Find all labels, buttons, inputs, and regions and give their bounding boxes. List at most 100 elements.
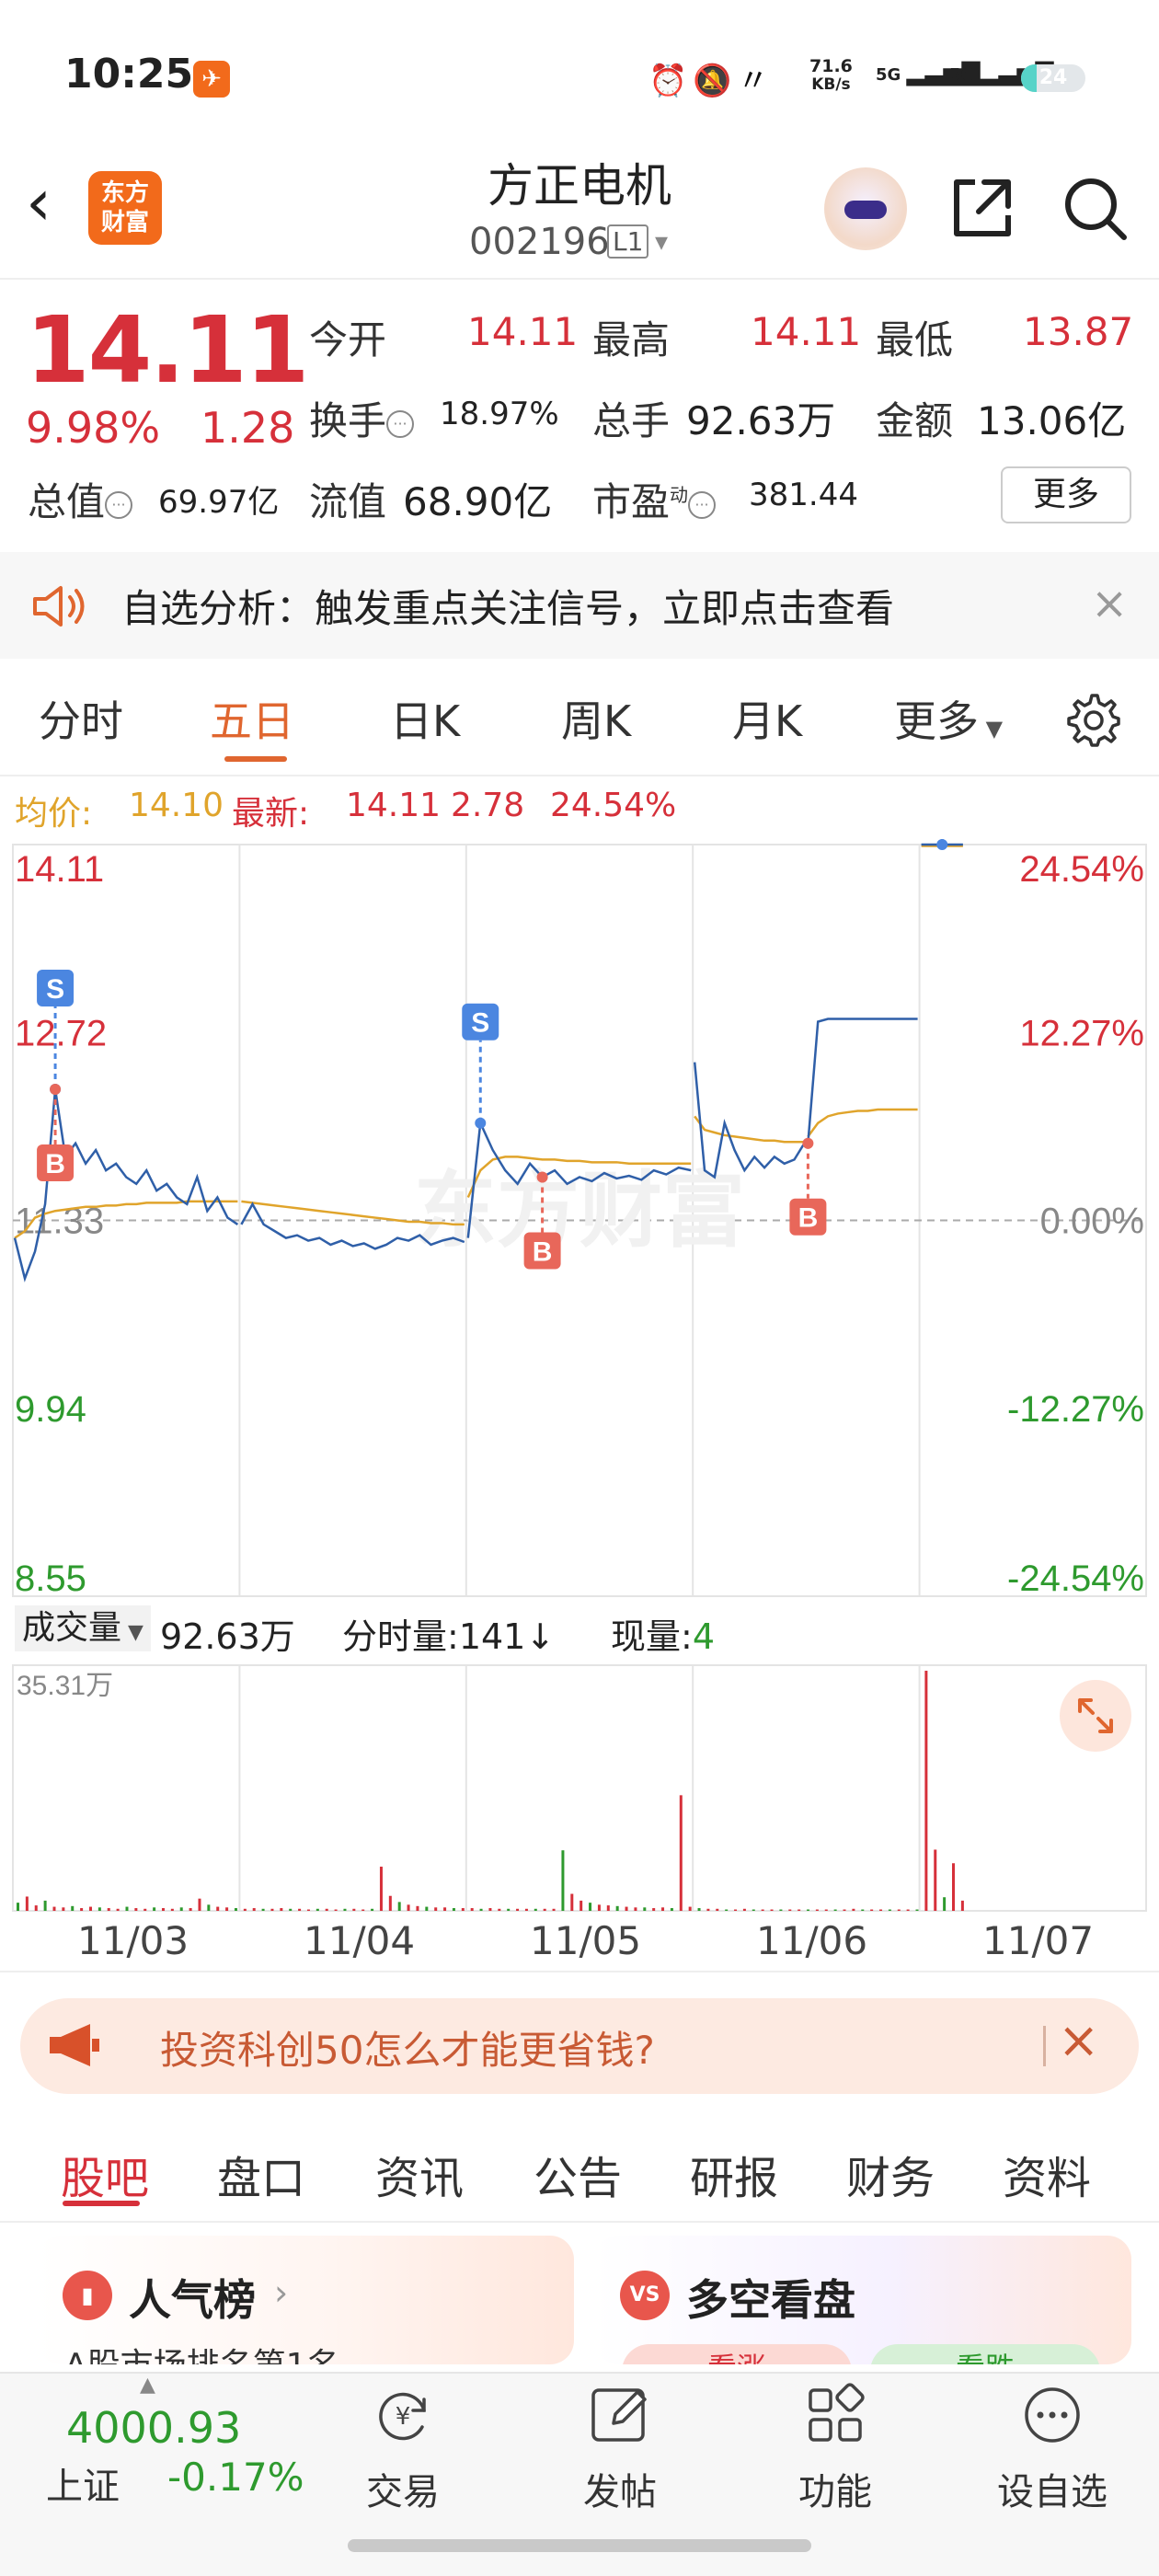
home-indicator[interactable] (348, 2539, 811, 2552)
latest-change: 2.78 (451, 787, 525, 824)
volume-bar (934, 1849, 937, 1911)
nav-functions[interactable]: 功能 (762, 2383, 909, 2515)
volume-bar (371, 1908, 374, 1911)
tab-five-day[interactable]: 五日 (210, 688, 294, 749)
tab-daily-k[interactable]: 日K (390, 688, 460, 749)
nav-add-watchlist[interactable]: 设自选 (979, 2383, 1126, 2515)
volume-bar (552, 1908, 556, 1911)
tab-more[interactable]: 更多 ▼ (894, 688, 1003, 749)
tab-news[interactable]: 资讯 (375, 2142, 464, 2206)
popularity-card[interactable]: ▮ 人气榜 › A股市场排名第1名 (37, 2236, 574, 2364)
volume-bar (407, 1904, 410, 1911)
bearish-button[interactable]: 看跌 (870, 2344, 1100, 2364)
change-percent: 9.98% (26, 403, 161, 453)
amount-value: 13.06亿 (977, 398, 1127, 443)
volume-bar (643, 1907, 647, 1911)
chevron-down-icon[interactable]: ▾ (655, 226, 668, 257)
volume-bar (843, 1909, 846, 1911)
volume-bar (915, 1909, 919, 1911)
buy-marker-label: B (533, 1236, 553, 1267)
tick-volume-value: 141 (458, 1616, 526, 1657)
date-label: 11/05 (530, 1918, 642, 1963)
volume-bar (343, 1908, 347, 1911)
info-icon[interactable]: ··· (386, 409, 415, 438)
five-day-price-chart[interactable]: 14.11 24.54%12.72 12.27%11.33 0.00%9.94 -12.… (0, 837, 1159, 1601)
grid-icon (809, 2383, 865, 2442)
volume-bar (670, 1908, 673, 1911)
volume-bar (516, 1908, 520, 1911)
y-tick-right: -12.27% (1007, 1389, 1144, 1430)
expand-icon[interactable] (1060, 1680, 1131, 1752)
volume-bar (861, 1909, 865, 1911)
volume-bar (161, 1908, 165, 1911)
ai-assistant-icon[interactable] (824, 167, 907, 250)
bullish-button[interactable]: 看涨 (622, 2344, 852, 2364)
close-icon[interactable]: × (1058, 2013, 1099, 2068)
tab-research[interactable]: 研报 (690, 2142, 778, 2206)
analysis-text[interactable]: 自选分析：触发重点关注信号，立即点击查看 (121, 578, 894, 634)
close-icon[interactable]: × (1091, 581, 1128, 626)
volume-max-label: 35.31万 (17, 1671, 113, 1701)
info-icon[interactable]: ··· (688, 490, 717, 519)
tab-forum[interactable]: 股吧 (61, 2142, 149, 2206)
tab-announcements[interactable]: 公告 (534, 2142, 622, 2206)
svg-text:¥: ¥ (396, 2403, 411, 2431)
avg-price-line (807, 1108, 918, 1138)
index-name[interactable]: 上证 (46, 2456, 120, 2510)
sell-marker-label: S (46, 974, 64, 1005)
volume-bar (507, 1908, 511, 1911)
info-icon[interactable]: ··· (105, 490, 133, 519)
index-change[interactable]: -0.17% (167, 2455, 304, 2500)
volume-chart[interactable]: 35.31万 (0, 1656, 1159, 1914)
search-icon[interactable] (1060, 173, 1130, 243)
y-tick-left: 14.11 (15, 849, 104, 890)
tick-volume: 分时量:141↓ (342, 1608, 555, 1659)
tab-profile[interactable]: 资料 (1003, 2142, 1091, 2206)
tab-order-book[interactable]: 盘口 (217, 2142, 305, 2206)
volume-bar (952, 1863, 956, 1911)
volume-bar (416, 1905, 419, 1911)
low-value: 13.87 (1023, 309, 1134, 354)
promo-text[interactable]: 投资科创50怎么才能更省钱? (160, 2019, 655, 2076)
buy-marker-label: B (45, 1149, 65, 1179)
tab-weekly-k[interactable]: 周K (561, 688, 631, 749)
tick-volume-label: 分时量: (342, 1616, 459, 1657)
volume-bar (706, 1908, 710, 1911)
alarm-icon: ⏰ (648, 63, 694, 99)
volume-bar (388, 1895, 392, 1911)
gear-icon[interactable] (1065, 692, 1120, 747)
tab-financials[interactable]: 财务 (846, 2142, 935, 2206)
y-tick-right: 0.00% (1040, 1202, 1144, 1242)
more-icon (1025, 2387, 1080, 2443)
more-button[interactable]: 更多 (1001, 466, 1131, 523)
vs-icon: VS (620, 2271, 670, 2320)
popularity-rank: A股市场排名第1名 (64, 2339, 340, 2364)
tab-intraday[interactable]: 分时 (39, 688, 123, 749)
level-badge[interactable]: L1 (607, 224, 649, 259)
volume-bar (725, 1909, 729, 1911)
share-icon[interactable] (947, 173, 1017, 243)
bar-chart-icon: ▮ (63, 2271, 112, 2320)
nav-trade[interactable]: ¥ 交易 (329, 2383, 476, 2515)
volume-bar (170, 1908, 174, 1911)
volume-indicator-select[interactable]: 成交量 ▼ (15, 1605, 151, 1651)
nav-post[interactable]: 发帖 (546, 2383, 694, 2515)
tab-monthly-k[interactable]: 月K (732, 688, 802, 749)
volume-bar (298, 1908, 302, 1911)
bull-bear-card[interactable]: VS 多空看盘 看涨 看跌 (594, 2236, 1131, 2364)
volume-bar (752, 1909, 755, 1911)
volume-bar (679, 1795, 683, 1911)
volume-bar (452, 1908, 455, 1911)
volume-bar (625, 1906, 628, 1911)
volume-bar (98, 1907, 101, 1911)
divider (0, 2221, 1159, 2223)
caret-down-icon: ▼ (979, 716, 1004, 742)
index-value[interactable]: 4000.93 (66, 2403, 241, 2453)
turnover-label: 换手 ··· (309, 390, 415, 446)
volume-bar (289, 1908, 293, 1911)
volume-bar (80, 1908, 84, 1911)
y-tick-right: -24.54% (1007, 1558, 1144, 1599)
volume-bar (697, 1908, 701, 1911)
volume-bar (615, 1905, 619, 1911)
volume-bar (870, 1909, 874, 1911)
